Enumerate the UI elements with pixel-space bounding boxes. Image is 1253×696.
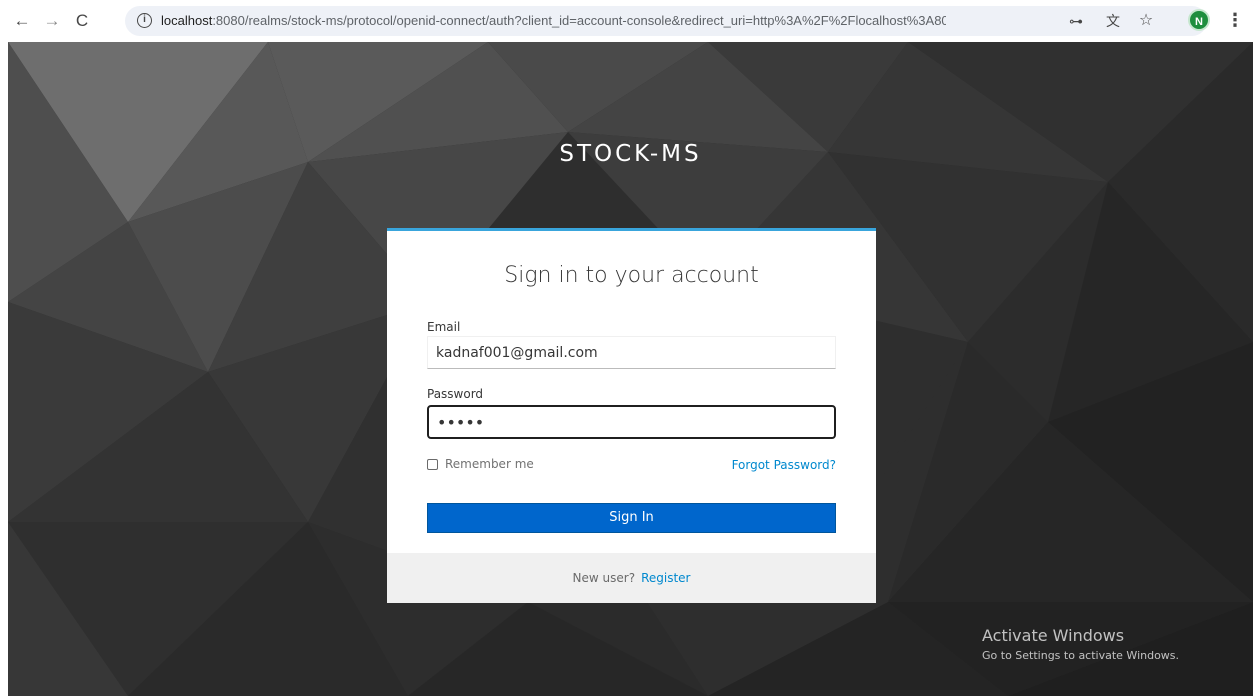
site-info-icon[interactable]: i <box>137 13 152 28</box>
password-label: Password <box>427 387 484 401</box>
translate-icon[interactable]: 文 <box>1104 12 1122 30</box>
url-text[interactable]: localhost:8080/realms/stock-ms/protocol/… <box>161 13 946 28</box>
browser-toolbar: ← → C i localhost:8080/realms/stock-ms/p… <box>0 0 1253 42</box>
sign-in-button[interactable]: Sign In <box>427 503 836 533</box>
register-footer: New user? Register <box>387 553 876 603</box>
forward-icon[interactable]: → <box>38 7 66 35</box>
bookmark-star-icon[interactable]: ☆ <box>1137 12 1155 30</box>
register-link[interactable]: Register <box>641 571 690 585</box>
password-key-icon[interactable]: ⊶ <box>1067 12 1085 30</box>
login-page: STOCK-MS Sign in to your account Email P… <box>8 42 1253 696</box>
watermark-title: Activate Windows <box>982 626 1125 645</box>
url-host: localhost <box>161 13 213 28</box>
login-title: Sign in to your account <box>504 263 759 288</box>
address-bar[interactable]: i localhost:8080/realms/stock-ms/protoco… <box>125 6 1207 36</box>
remember-me[interactable]: Remember me <box>427 457 534 471</box>
browser-menu-icon[interactable]: ⋮ <box>1226 10 1244 32</box>
remember-me-label: Remember me <box>445 457 534 471</box>
realm-brand-title: STOCK-MS <box>559 141 702 167</box>
new-user-text: New user? <box>572 571 636 585</box>
email-label: Email <box>427 320 461 334</box>
password-input[interactable] <box>427 405 836 439</box>
windows-activation-watermark: Activate Windows Go to Settings to activ… <box>982 626 1179 662</box>
email-input[interactable] <box>427 336 836 369</box>
login-card: Sign in to your account Email Password R… <box>387 228 876 603</box>
back-icon[interactable]: ← <box>8 7 36 35</box>
reload-icon[interactable]: C <box>68 7 96 35</box>
watermark-subtitle: Go to Settings to activate Windows. <box>982 649 1180 662</box>
url-path: :8080/realms/stock-ms/protocol/openid-co… <box>212 13 946 28</box>
forgot-password-link[interactable]: Forgot Password? <box>732 458 836 472</box>
profile-avatar[interactable]: N <box>1188 9 1210 31</box>
remember-me-checkbox[interactable] <box>427 458 438 470</box>
